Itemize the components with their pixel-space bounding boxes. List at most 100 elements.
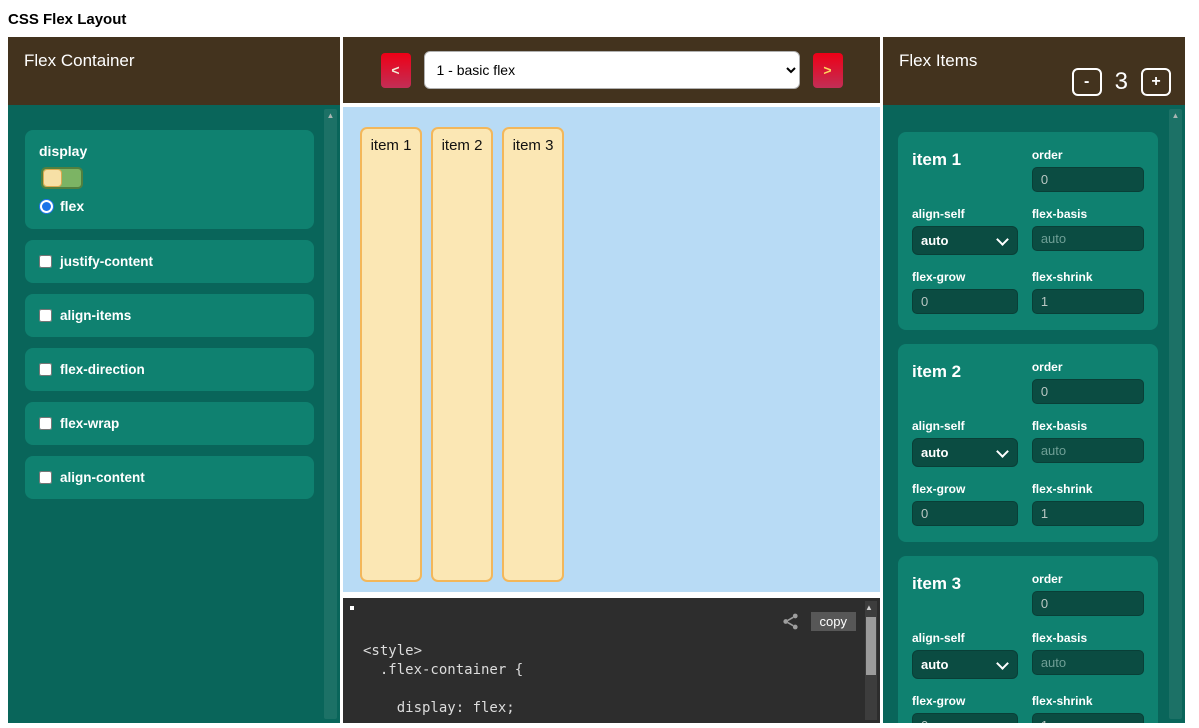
item-2-title: item 2 <box>912 360 1018 382</box>
flex-wrap-checkbox-row[interactable]: flex-wrap <box>39 416 300 431</box>
code-toolbar: copy <box>781 612 856 631</box>
right-panel-scrollbar[interactable]: ▲ <box>1169 109 1182 719</box>
item-1-flex-grow-label: flex-grow <box>912 270 1018 284</box>
next-example-button[interactable]: > <box>813 53 843 88</box>
code-cursor-dot <box>350 606 354 610</box>
example-select[interactable]: 1 - basic flex <box>424 51 800 89</box>
left-panel-scrollbar[interactable]: ▲ <box>324 109 337 719</box>
flex-item-1: item 1 <box>360 127 422 582</box>
item-2-align-self-field: align-self auto <box>912 419 1018 467</box>
flex-wrap-label: flex-wrap <box>60 416 119 431</box>
item-1-order-label: order <box>1032 148 1144 162</box>
item-2-align-self-select[interactable]: auto <box>912 438 1018 467</box>
item-3-align-self-select[interactable]: auto <box>912 650 1018 679</box>
item-2-flex-grow-input[interactable] <box>912 501 1018 526</box>
item-1-flex-shrink-input[interactable] <box>1032 289 1144 314</box>
main-columns: Flex Container display flex justify-cont… <box>8 37 1199 723</box>
flex-direction-label: flex-direction <box>60 362 145 377</box>
code-scrollbar-thumb[interactable] <box>866 617 876 675</box>
item-3-flex-basis-input[interactable] <box>1032 650 1144 675</box>
display-toggle-knob <box>43 169 62 187</box>
item-card-3: item 3 order align-self auto flex-basis <box>898 556 1158 723</box>
align-content-label: align-content <box>60 470 145 485</box>
item-1-flex-shrink-label: flex-shrink <box>1032 270 1144 284</box>
align-items-checkbox[interactable] <box>39 309 52 322</box>
item-count-controls: - 3 + <box>1072 68 1171 96</box>
flex-wrap-checkbox[interactable] <box>39 417 52 430</box>
item-3-flex-shrink-input[interactable] <box>1032 713 1144 723</box>
item-2-align-self-select-wrap: auto <box>912 438 1018 467</box>
align-items-checkbox-row[interactable]: align-items <box>39 308 300 323</box>
item-2-flex-grow-field: flex-grow <box>912 482 1018 526</box>
item-3-order-input[interactable] <box>1032 591 1144 616</box>
item-1-flex-basis-field: flex-basis <box>1032 207 1144 251</box>
item-3-order-field: order <box>1032 572 1144 616</box>
item-2-flex-basis-field: flex-basis <box>1032 419 1144 463</box>
item-1-align-self-select-wrap: auto <box>912 226 1018 255</box>
item-1-flex-grow-input[interactable] <box>912 289 1018 314</box>
item-3-flex-basis-field: flex-basis <box>1032 631 1144 675</box>
decrease-items-button[interactable]: - <box>1072 68 1102 96</box>
item-3-order-label: order <box>1032 572 1144 586</box>
display-card: display flex <box>25 130 314 229</box>
item-count: 3 <box>1115 68 1128 96</box>
display-flex-radio-label: flex <box>60 198 84 214</box>
item-2-flex-shrink-field: flex-shrink <box>1032 482 1144 526</box>
justify-content-checkbox[interactable] <box>39 255 52 268</box>
item-2-flex-grow-label: flex-grow <box>912 482 1018 496</box>
flex-direction-checkbox-row[interactable]: flex-direction <box>39 362 300 377</box>
justify-content-checkbox-row[interactable]: justify-content <box>39 254 300 269</box>
share-icon[interactable] <box>781 612 800 631</box>
item-2-flex-basis-input[interactable] <box>1032 438 1144 463</box>
code-scroll-up-arrow-icon[interactable]: ▲ <box>865 601 877 615</box>
display-label: display <box>39 143 300 159</box>
page-title: CSS Flex Layout <box>0 0 1199 37</box>
example-nav: < 1 - basic flex > <box>343 37 880 103</box>
display-flex-radio[interactable] <box>39 199 54 214</box>
display-toggle[interactable] <box>41 167 83 189</box>
flex-items-panel: Flex Items - 3 + item 1 order align-self <box>883 37 1185 723</box>
scroll-up-arrow-icon[interactable]: ▲ <box>324 109 337 123</box>
preview-column: < 1 - basic flex > item 1 item 2 item 3 … <box>343 37 880 723</box>
item-3-flex-basis-label: flex-basis <box>1032 631 1144 645</box>
item-2-flex-shrink-input[interactable] <box>1032 501 1144 526</box>
item-3-flex-grow-label: flex-grow <box>912 694 1018 708</box>
increase-items-button[interactable]: + <box>1141 68 1171 96</box>
item-3-align-self-select-wrap: auto <box>912 650 1018 679</box>
item-2-align-self-label: align-self <box>912 419 1018 433</box>
item-1-align-self-label: align-self <box>912 207 1018 221</box>
item-1-align-self-field: align-self auto <box>912 207 1018 255</box>
copy-button[interactable]: copy <box>811 612 856 631</box>
property-card-justify-content: justify-content <box>25 240 314 283</box>
item-1-title: item 1 <box>912 148 1018 170</box>
align-content-checkbox-row[interactable]: align-content <box>39 470 300 485</box>
code-scrollbar[interactable]: ▲ <box>865 601 877 720</box>
item-1-order-input[interactable] <box>1032 167 1144 192</box>
flex-items-panel-header: Flex Items - 3 + <box>883 37 1185 105</box>
flex-direction-checkbox[interactable] <box>39 363 52 376</box>
item-3-flex-grow-input[interactable] <box>912 713 1018 723</box>
item-3-flex-shrink-field: flex-shrink <box>1032 694 1144 723</box>
prev-example-button[interactable]: < <box>381 53 411 88</box>
item-3-title: item 3 <box>912 572 1018 594</box>
flex-preview-container: item 1 item 2 item 3 <box>343 107 880 592</box>
property-card-flex-wrap: flex-wrap <box>25 402 314 445</box>
flex-item-2: item 2 <box>431 127 493 582</box>
item-1-flex-basis-input[interactable] <box>1032 226 1144 251</box>
item-3-align-self-label: align-self <box>912 631 1018 645</box>
align-items-label: align-items <box>60 308 131 323</box>
item-2-flex-basis-label: flex-basis <box>1032 419 1144 433</box>
flex-container-panel: Flex Container display flex justify-cont… <box>8 37 340 723</box>
right-scroll-up-arrow-icon[interactable]: ▲ <box>1169 109 1182 123</box>
flex-container-panel-body: display flex justify-content alig <box>8 105 340 723</box>
align-content-checkbox[interactable] <box>39 471 52 484</box>
item-card-2: item 2 order align-self auto flex-basis <box>898 344 1158 542</box>
display-flex-radio-row[interactable]: flex <box>39 198 300 214</box>
justify-content-label: justify-content <box>60 254 153 269</box>
flex-items-panel-body: item 1 order align-self auto flex-basis <box>883 105 1185 723</box>
item-1-align-self-select[interactable]: auto <box>912 226 1018 255</box>
item-2-order-label: order <box>1032 360 1144 374</box>
item-1-order-field: order <box>1032 148 1144 192</box>
flex-container-panel-header: Flex Container <box>8 37 340 105</box>
item-2-order-input[interactable] <box>1032 379 1144 404</box>
